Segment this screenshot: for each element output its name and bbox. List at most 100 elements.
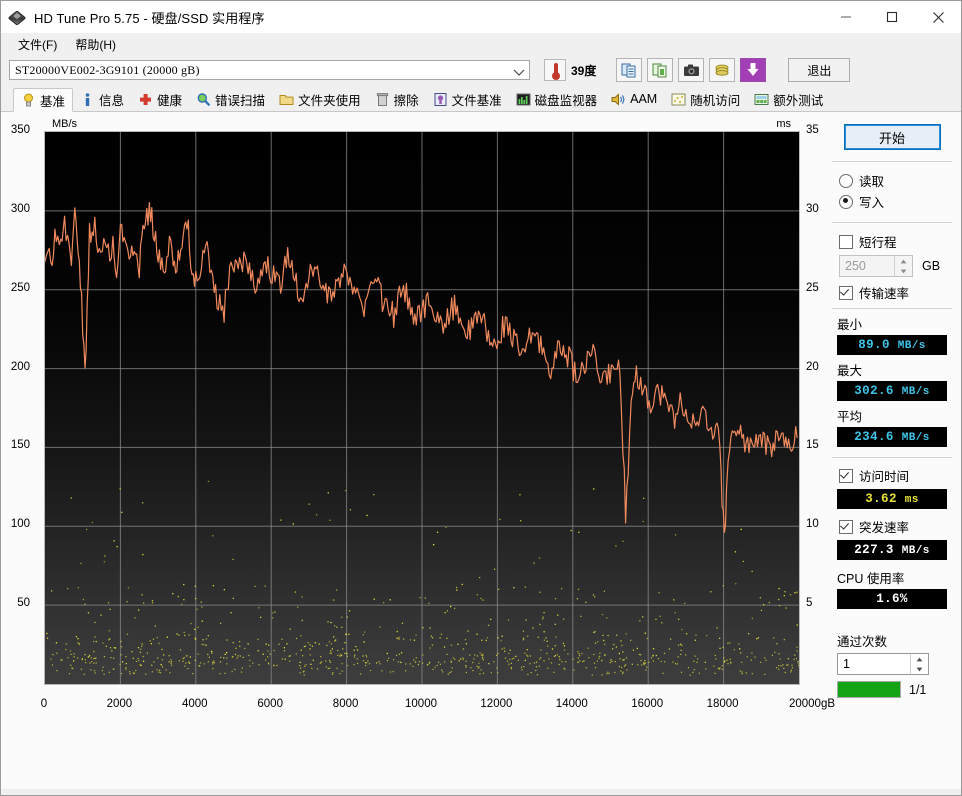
copy-green-icon bbox=[652, 62, 668, 78]
checkbox-burst-rate-marker bbox=[839, 520, 853, 534]
tab-benchmark[interactable]: 基准 bbox=[13, 88, 73, 112]
start-button-label: 开始 bbox=[879, 128, 905, 147]
divider bbox=[832, 222, 952, 223]
spin-down-icon[interactable] bbox=[911, 664, 928, 674]
magnifier-icon bbox=[196, 92, 211, 107]
download-button[interactable] bbox=[740, 58, 766, 82]
y-axis-unit: MB/s bbox=[52, 118, 77, 130]
tab-health[interactable]: 健康 bbox=[131, 87, 189, 111]
tab-extra-tests[interactable]: 额外测试 bbox=[747, 87, 830, 111]
tab-info[interactable]: 信息 bbox=[73, 87, 131, 111]
temperature-value: 39度 bbox=[571, 62, 596, 79]
copy-green-button[interactable] bbox=[647, 58, 673, 82]
tab-erase[interactable]: 擦除 bbox=[368, 87, 426, 111]
spin-down-icon[interactable] bbox=[895, 266, 912, 276]
cpu-usage-label: CPU 使用率 bbox=[837, 568, 955, 587]
lightbulb-icon bbox=[21, 93, 36, 108]
minimum-value: 89.0 MB/s bbox=[858, 338, 926, 352]
short-stroke-unit: GB bbox=[922, 259, 940, 273]
tab-file-benchmark-label: 文件基准 bbox=[452, 90, 502, 109]
passes-spinner[interactable]: 1 bbox=[837, 653, 929, 675]
passes-spin-buttons[interactable] bbox=[910, 654, 928, 674]
y-tick-label: 350 bbox=[0, 124, 30, 136]
short-stroke-spinner[interactable]: 250 bbox=[839, 255, 913, 277]
chart-canvas bbox=[45, 132, 799, 684]
tab-random-access[interactable]: 随机访问 bbox=[664, 87, 747, 111]
thermometer-icon bbox=[544, 59, 566, 81]
toolbar: ST20000VE002-3G9101 (20000 gB) 39度 bbox=[1, 55, 961, 85]
burst-rate-value: 227.3 MB/s bbox=[854, 543, 929, 557]
pass-progress-text: 1/1 bbox=[909, 683, 926, 697]
radio-read[interactable]: 读取 bbox=[839, 171, 955, 190]
checkbox-transfer-rate-marker bbox=[839, 286, 853, 300]
toolbar-buttons bbox=[616, 58, 766, 82]
extra-tests-icon bbox=[754, 92, 769, 107]
drive-select[interactable]: ST20000VE002-3G9101 (20000 gB) bbox=[9, 60, 530, 80]
x-tick-label: 16000 bbox=[631, 698, 663, 710]
close-button[interactable] bbox=[915, 1, 961, 33]
copy-blue-button[interactable] bbox=[616, 58, 642, 82]
cpu-usage-value: 1.6% bbox=[876, 592, 908, 606]
x-tick-label: 10000 bbox=[405, 698, 437, 710]
divider bbox=[832, 161, 952, 162]
window-title: HD Tune Pro 5.75 - 硬盘/SSD 实用程序 bbox=[34, 8, 265, 27]
short-stroke-spin-buttons[interactable] bbox=[894, 256, 912, 276]
trash-icon bbox=[375, 92, 390, 107]
tab-file-benchmark[interactable]: 文件基准 bbox=[426, 87, 509, 111]
spin-up-icon[interactable] bbox=[895, 256, 912, 266]
tab-disk-monitor[interactable]: 磁盘监视器 bbox=[509, 87, 605, 111]
tab-error-scan-label: 错误扫描 bbox=[215, 90, 265, 109]
tab-erase-label: 擦除 bbox=[394, 90, 419, 109]
folder-icon bbox=[279, 92, 294, 107]
monitor-chart-icon bbox=[516, 92, 531, 107]
screenshot-button[interactable] bbox=[678, 58, 704, 82]
average-readout: 234.6 MB/s bbox=[837, 427, 947, 447]
x-tick-label: 4000 bbox=[182, 698, 208, 710]
radio-write-marker bbox=[839, 195, 853, 209]
exit-button[interactable]: 退出 bbox=[788, 58, 850, 82]
cpu-usage-readout: 1.6% bbox=[837, 589, 947, 609]
download-arrow-icon bbox=[741, 59, 765, 81]
file-benchmark-icon bbox=[433, 92, 448, 107]
start-button[interactable]: 开始 bbox=[844, 124, 941, 150]
y2-axis-unit: ms bbox=[776, 118, 791, 130]
short-stroke-size-row: 250 GB bbox=[839, 255, 955, 277]
tab-strip: 基准 信息 健康 错误扫描 文件夹使用 bbox=[1, 85, 961, 112]
chevron-down-icon bbox=[513, 66, 525, 80]
tab-folder-usage[interactable]: 文件夹使用 bbox=[272, 87, 368, 111]
red-cross-icon bbox=[138, 92, 153, 107]
checkbox-short-stroke[interactable]: 短行程 bbox=[839, 232, 955, 251]
tab-benchmark-label: 基准 bbox=[40, 91, 65, 110]
chart-plot-area bbox=[44, 131, 800, 685]
y-tick-label: 200 bbox=[0, 361, 30, 373]
checkbox-burst-rate[interactable]: 突发速率 bbox=[839, 517, 955, 536]
scatter-icon bbox=[671, 92, 686, 107]
speaker-icon bbox=[611, 92, 626, 107]
drive-select-value: ST20000VE002-3G9101 (20000 gB) bbox=[10, 63, 200, 78]
radio-write[interactable]: 写入 bbox=[839, 192, 955, 211]
menu-file[interactable]: 文件(F) bbox=[9, 34, 66, 55]
checkbox-short-stroke-marker bbox=[839, 235, 853, 249]
minimize-button[interactable] bbox=[823, 1, 869, 33]
x-tick-label: 0 bbox=[41, 698, 47, 710]
camera-icon bbox=[683, 63, 700, 77]
access-time-readout: 3.62 ms bbox=[837, 489, 947, 509]
window-controls bbox=[823, 1, 961, 33]
tab-aam[interactable]: AAM bbox=[604, 87, 664, 111]
checkbox-access-time[interactable]: 访问时间 bbox=[839, 466, 955, 485]
tab-aam-label: AAM bbox=[630, 92, 657, 106]
menu-help[interactable]: 帮助(H) bbox=[66, 34, 125, 55]
tab-error-scan[interactable]: 错误扫描 bbox=[189, 87, 272, 111]
donate-button[interactable] bbox=[709, 58, 735, 82]
info-icon bbox=[80, 92, 95, 107]
checkbox-transfer-rate[interactable]: 传输速率 bbox=[839, 283, 955, 302]
x-tick-label: 14000 bbox=[556, 698, 588, 710]
menu-bar: 文件(F) 帮助(H) bbox=[1, 33, 961, 55]
maximize-button[interactable] bbox=[869, 1, 915, 33]
x-tick-label: 12000 bbox=[480, 698, 512, 710]
spin-up-icon[interactable] bbox=[911, 654, 928, 664]
average-value: 234.6 MB/s bbox=[854, 430, 929, 444]
burst-rate-readout: 227.3 MB/s bbox=[837, 540, 947, 560]
app-window: HD Tune Pro 5.75 - 硬盘/SSD 实用程序 文件(F) 帮助(… bbox=[0, 0, 962, 796]
divider bbox=[832, 308, 952, 309]
